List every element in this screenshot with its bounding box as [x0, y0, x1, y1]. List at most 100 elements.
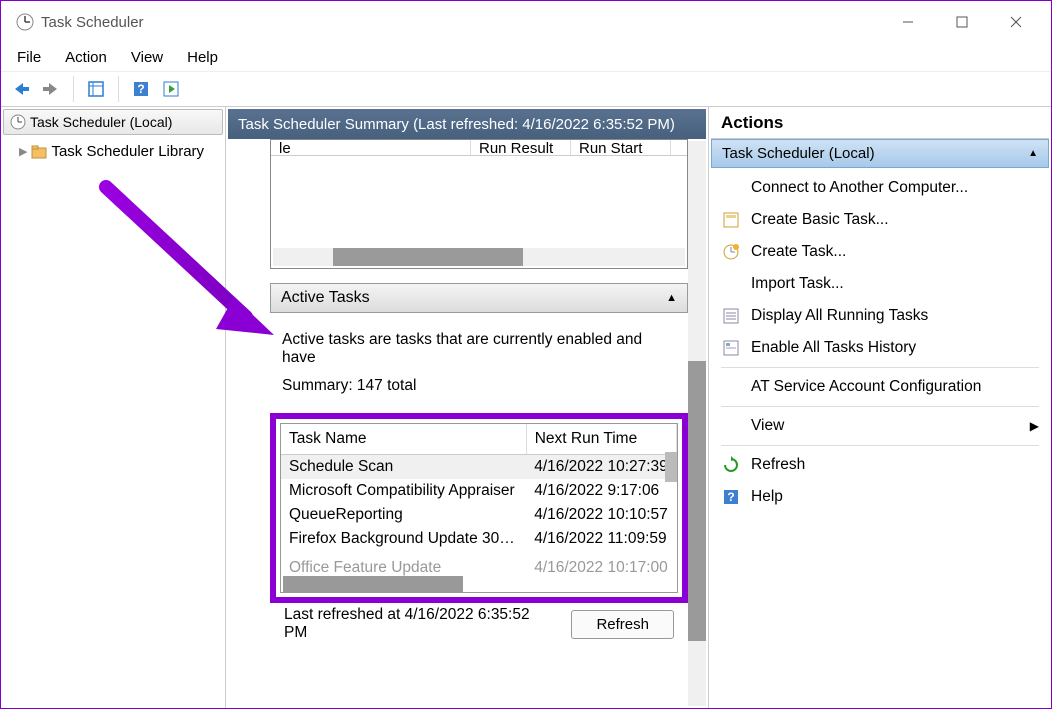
active-tasks-table[interactable]: Task Name Next Run Time Schedule Scan4/1… [280, 423, 678, 593]
window-title: Task Scheduler [41, 14, 144, 31]
blank-icon [721, 274, 741, 294]
active-tasks-summary: Summary: 147 total [270, 377, 688, 413]
actions-section-header[interactable]: Task Scheduler (Local) ▲ [711, 139, 1049, 168]
action-view[interactable]: View ▶ [711, 410, 1049, 442]
action-label: Enable All Tasks History [751, 339, 916, 357]
menu-help[interactable]: Help [177, 46, 228, 69]
tree-item-library[interactable]: ▶ Task Scheduler Library [7, 141, 219, 162]
submenu-icon: ▶ [1030, 419, 1039, 433]
blank-icon [721, 416, 741, 436]
tree-root-label: Task Scheduler (Local) [30, 114, 172, 130]
table-scrollbar-h[interactable] [283, 576, 463, 592]
properties-button[interactable] [82, 75, 110, 103]
help-button[interactable]: ? [127, 75, 155, 103]
cell-name: Schedule Scan [281, 455, 526, 480]
cell-next: 4/16/2022 10:10:57 [526, 503, 676, 527]
menu-action[interactable]: Action [55, 46, 117, 69]
action-enable-history[interactable]: Enable All Tasks History [711, 332, 1049, 364]
refresh-button[interactable]: Refresh [571, 610, 674, 639]
col-name: le [271, 140, 471, 155]
active-tasks-table-highlight: Task Name Next Run Time Schedule Scan4/1… [270, 413, 688, 603]
nav-back-button[interactable] [7, 75, 35, 103]
summary-scrollbar-v[interactable] [688, 141, 706, 706]
app-icon [15, 12, 35, 32]
task-status-header-row: le Run Result Run Start [271, 140, 687, 156]
action-import-task[interactable]: Import Task... [711, 268, 1049, 300]
action-create-basic-task[interactable]: Create Basic Task... [711, 204, 1049, 236]
action-refresh[interactable]: Refresh [711, 449, 1049, 481]
toolbar-separator [73, 76, 74, 102]
action-label: Refresh [751, 456, 805, 474]
cell-next: 4/16/2022 9:17:06 [526, 479, 676, 503]
table-row[interactable]: QueueReporting4/16/2022 10:10:57 [281, 503, 677, 527]
separator [721, 367, 1039, 368]
folder-icon [31, 144, 47, 160]
blank-icon [721, 178, 741, 198]
svg-text:?: ? [727, 490, 734, 504]
cell-name: QueueReporting [281, 503, 526, 527]
table-scrollbar-v[interactable] [665, 452, 677, 482]
svg-text:?: ? [137, 82, 144, 96]
summary-scroll-thumb[interactable] [688, 361, 706, 641]
col-task-name[interactable]: Task Name [281, 424, 526, 455]
task-scheduler-window: Task Scheduler File Action View Help ? T… [0, 0, 1052, 709]
blank-icon [721, 377, 741, 397]
table-row[interactable]: Microsoft Compatibility Appraiser4/16/20… [281, 479, 677, 503]
summary-body: le Run Result Run Start Active Tasks ▲ A… [270, 139, 688, 708]
action-label: Connect to Another Computer... [751, 179, 968, 197]
tree-item-label: Task Scheduler Library [51, 143, 204, 160]
col-next-run[interactable]: Next Run Time [526, 424, 676, 455]
separator [721, 445, 1039, 446]
actions-pane: Actions Task Scheduler (Local) ▲ Connect… [709, 107, 1051, 708]
history-icon [721, 338, 741, 358]
last-refreshed-label: Last refreshed at 4/16/2022 6:35:52 PM [284, 606, 551, 642]
collapse-icon: ▲ [666, 292, 677, 304]
help-icon: ? [721, 487, 741, 507]
summary-header-label: Task Scheduler Summary (Last refreshed: … [238, 116, 675, 133]
main-area: Task Scheduler (Local) ▶ Task Scheduler … [1, 107, 1051, 708]
col-run-result: Run Result [471, 140, 571, 155]
active-tasks-label: Active Tasks [281, 289, 370, 307]
tree-root[interactable]: Task Scheduler (Local) [3, 109, 223, 135]
action-label: Help [751, 488, 783, 506]
cell-next: 4/16/2022 11:09:59 [526, 527, 676, 551]
cell-name: Firefox Background Update 308046... [281, 527, 526, 551]
action-label: Create Task... [751, 243, 846, 261]
menu-view[interactable]: View [121, 46, 173, 69]
action-connect[interactable]: Connect to Another Computer... [711, 172, 1049, 204]
task-status-table[interactable]: le Run Result Run Start [270, 139, 688, 269]
table-row[interactable]: Schedule Scan4/16/2022 10:27:39 [281, 455, 677, 480]
separator [721, 406, 1039, 407]
summary-footer: Last refreshed at 4/16/2022 6:35:52 PM R… [270, 603, 688, 645]
menubar: File Action View Help [1, 43, 1051, 71]
nav-forward-button[interactable] [37, 75, 65, 103]
cell-name: Microsoft Compatibility Appraiser [281, 479, 526, 503]
actions-list: Connect to Another Computer... Create Ba… [711, 168, 1049, 517]
actions-title: Actions [711, 109, 1049, 139]
hscroll-thumb[interactable] [333, 248, 523, 266]
hscroll-track[interactable] [273, 248, 685, 266]
table-row[interactable]: Firefox Background Update 308046...4/16/… [281, 527, 677, 551]
active-tasks-header[interactable]: Active Tasks ▲ [270, 283, 688, 313]
action-at-service[interactable]: AT Service Account Configuration [711, 371, 1049, 403]
window-controls [881, 1, 1043, 43]
maximize-button[interactable] [935, 1, 989, 43]
chevron-right-icon: ▶ [19, 145, 27, 158]
action-create-task[interactable]: Create Task... [711, 236, 1049, 268]
action-label: Display All Running Tasks [751, 307, 928, 325]
action-label: View [751, 417, 784, 435]
toolbar-separator [118, 76, 119, 102]
actions-section-label: Task Scheduler (Local) [722, 145, 875, 162]
active-tasks-desc: Active tasks are tasks that are currentl… [270, 327, 688, 377]
action-help[interactable]: ? Help [711, 481, 1049, 513]
action-display-running[interactable]: Display All Running Tasks [711, 300, 1049, 332]
refresh-icon [721, 455, 741, 475]
wizard-icon [721, 210, 741, 230]
tree-body: ▶ Task Scheduler Library [1, 137, 225, 166]
col-run-start: Run Start [571, 140, 671, 155]
close-button[interactable] [989, 1, 1043, 43]
titlebar: Task Scheduler [1, 1, 1051, 43]
minimize-button[interactable] [881, 1, 935, 43]
run-button[interactable] [157, 75, 185, 103]
menu-file[interactable]: File [7, 46, 51, 69]
